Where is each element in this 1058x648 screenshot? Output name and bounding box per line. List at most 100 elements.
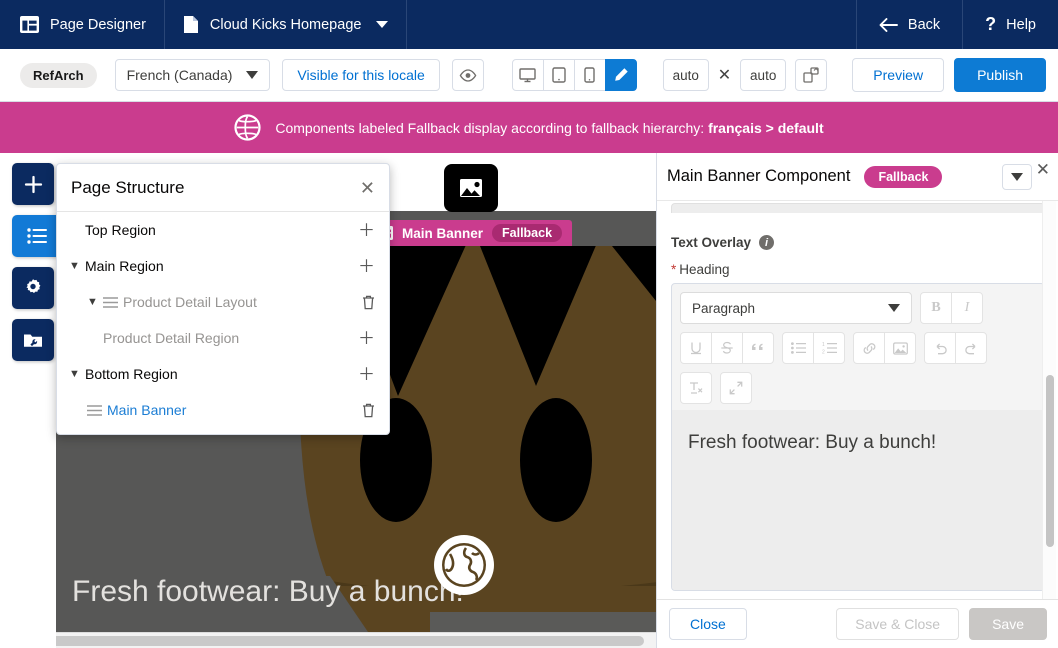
chevron-down-icon[interactable]: ▼	[87, 296, 103, 308]
rail-item-page-settings[interactable]	[12, 267, 54, 309]
italic-icon[interactable]: I	[951, 292, 983, 324]
locale-select[interactable]: French (Canada)	[114, 59, 271, 91]
bulleted-list-icon[interactable]	[782, 332, 814, 364]
close-icon[interactable]: ✕	[360, 179, 375, 197]
canvas-horizontal-scrollbar[interactable]	[0, 632, 656, 648]
chevron-down-icon[interactable]: ▼	[69, 260, 85, 272]
component-panel-footer: Close Save & Close Save	[657, 599, 1058, 648]
bold-icon[interactable]: B	[920, 292, 952, 324]
component-panel-title: Main Banner Component	[667, 167, 851, 185]
page-structure-row[interactable]: ▼ Product Detail Layout	[57, 284, 389, 320]
device-custom-edit-button[interactable]	[604, 59, 637, 91]
help-label: Help	[1006, 16, 1036, 33]
page-structure-row[interactable]: Main Banner	[57, 392, 389, 428]
back-button[interactable]: Back	[857, 0, 964, 49]
tree-row-label: Product Detail Layout	[123, 294, 257, 310]
canvas-scrollbar-thumb[interactable]	[4, 636, 644, 646]
link-icon[interactable]	[853, 332, 885, 364]
drag-handle-icon[interactable]	[87, 404, 107, 416]
underline-icon[interactable]	[680, 332, 712, 364]
pencil-icon	[613, 67, 629, 83]
plus-icon[interactable]: ＋	[358, 330, 375, 347]
plus-icon	[24, 175, 43, 194]
trash-icon[interactable]	[362, 403, 375, 418]
plus-icon[interactable]: ＋	[358, 222, 375, 239]
close-button[interactable]: Close	[669, 608, 747, 640]
page-structure-row[interactable]: ▼ Bottom Region ＋	[57, 356, 389, 392]
rail-item-page-structure[interactable]	[12, 215, 62, 257]
rte-expand-group	[720, 372, 752, 404]
heading-label-text: Heading	[679, 262, 730, 277]
canvas-component-tag[interactable]: Main Banner Fallback	[368, 220, 573, 246]
preview-eye-button[interactable]	[451, 59, 484, 91]
locale-visibility-link[interactable]: Visible for this locale	[282, 59, 440, 91]
status-badge: Fallback	[864, 165, 943, 188]
svg-text:1: 1	[822, 342, 825, 348]
preview-button[interactable]: Preview	[852, 58, 945, 92]
caret-down-icon	[246, 71, 259, 79]
help-button[interactable]: ? Help	[963, 0, 1058, 49]
canvas-component-fallback-badge: Fallback	[492, 224, 563, 242]
rich-text-content[interactable]: Fresh footwear: Buy a bunch!	[672, 410, 1044, 590]
expand-icon[interactable]	[720, 372, 752, 404]
page-structure-tree: Top Region ＋ ▼ Main Region ＋ ▼ Product D…	[57, 212, 389, 428]
document-icon	[183, 15, 199, 34]
component-panel-menu-button[interactable]	[1002, 163, 1032, 190]
save-and-close-label: Save & Close	[855, 616, 941, 632]
page-structure-row[interactable]: Product Detail Region ＋	[57, 320, 389, 356]
numbered-list-icon[interactable]: 12	[813, 332, 845, 364]
viewport-width-value: auto	[672, 67, 699, 83]
gear-icon	[23, 278, 43, 298]
rich-text-editor: Paragraph B I 1 2 Fresh footwear: Buy a …	[671, 283, 1045, 591]
rte-insert-group	[853, 332, 916, 364]
size-separator-icon: ✕	[717, 67, 732, 84]
scrollbar-thumb[interactable]	[1046, 375, 1054, 547]
back-label: Back	[907, 16, 941, 33]
device-desktop-button[interactable]	[511, 59, 544, 91]
drag-handle-icon[interactable]	[103, 296, 123, 308]
image-icon[interactable]	[884, 332, 916, 364]
rail-item-add-component[interactable]	[12, 163, 54, 205]
undo-icon[interactable]	[924, 332, 956, 364]
component-panel-header: Main Banner Component Fallback ✕	[657, 153, 1058, 201]
info-icon[interactable]: i	[759, 235, 775, 250]
publish-button[interactable]: Publish	[954, 58, 1046, 92]
section-label-text: Text Overlay	[671, 235, 752, 250]
plus-icon[interactable]: ＋	[358, 258, 375, 275]
viewport-width-input[interactable]: auto	[662, 59, 709, 91]
device-tablet-button[interactable]	[542, 59, 575, 91]
page-selector[interactable]: Cloud Kicks Homepage	[165, 0, 408, 49]
rail-item-page-tools[interactable]	[12, 319, 54, 361]
quote-icon[interactable]	[742, 332, 774, 364]
page-structure-row[interactable]: ▼ Main Region ＋	[57, 248, 389, 284]
rotate-orientation-button[interactable]	[795, 59, 828, 91]
question-mark-icon: ?	[985, 14, 997, 34]
globe-icon	[234, 114, 261, 141]
text-format-select[interactable]: Paragraph	[680, 292, 912, 324]
mobile-icon	[584, 67, 595, 83]
toolbar-actions: Preview Publish	[852, 58, 1046, 92]
trash-icon[interactable]	[362, 295, 375, 310]
chevron-down-icon[interactable]: ▼	[69, 368, 85, 380]
tree-row-label: Main Region	[85, 258, 164, 274]
clear-format-icon[interactable]	[680, 372, 712, 404]
app-title-label: Page Designer	[50, 16, 146, 33]
device-mobile-button[interactable]	[573, 59, 606, 91]
top-navigation-bar: Page Designer Cloud Kicks Homepage Back …	[0, 0, 1058, 49]
page-structure-header: Page Structure ✕	[57, 164, 389, 212]
scrolled-field-stub	[671, 203, 1045, 213]
rte-history-group	[924, 332, 987, 364]
viewport-height-value: auto	[750, 67, 777, 83]
tree-row-label: Bottom Region	[85, 366, 178, 382]
save-and-close-button: Save & Close	[836, 608, 960, 640]
close-icon[interactable]: ✕	[1036, 160, 1050, 180]
viewport-height-input[interactable]: auto	[740, 59, 787, 91]
page-structure-row[interactable]: Top Region ＋	[57, 212, 389, 248]
rte-toolbar-row-3	[680, 372, 1036, 404]
strikethrough-icon[interactable]	[711, 332, 743, 364]
plus-icon[interactable]: ＋	[358, 366, 375, 383]
rich-text-toolbar: Paragraph B I 1 2	[672, 284, 1044, 410]
redo-icon[interactable]	[955, 332, 987, 364]
component-panel-body: Text Overlay i * Heading Paragraph B I 1…	[657, 201, 1058, 600]
component-panel-scrollbar[interactable]	[1042, 201, 1056, 600]
